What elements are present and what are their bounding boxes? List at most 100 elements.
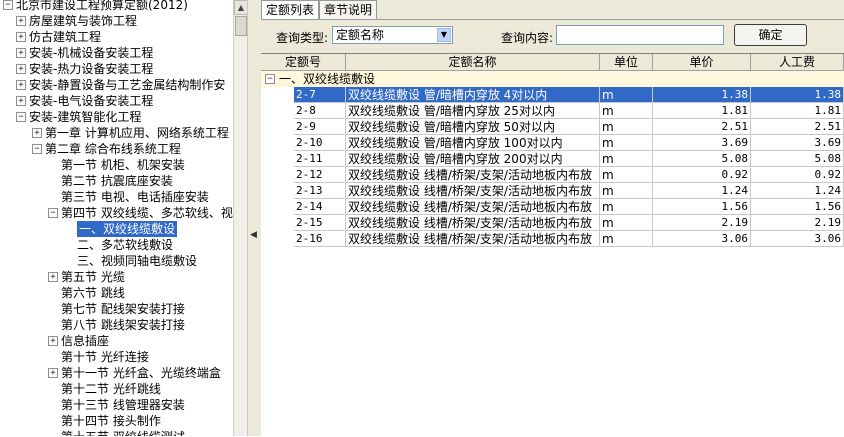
tree-item[interactable]: 第三节 电视、电话插座安装 — [0, 189, 233, 205]
tree-item[interactable]: 二、多芯软线敷设 — [0, 237, 233, 253]
expand-icon[interactable]: + — [16, 16, 26, 26]
tree-item-label: 第十四节 接头制作 — [61, 414, 161, 428]
cell-code: 2-12 — [294, 167, 346, 183]
expand-icon[interactable]: + — [16, 64, 26, 74]
table-row[interactable]: 2-8 双绞线缆敷设 管/暗槽内穿放 25对以内 m 1.81 1.81 — [261, 103, 844, 119]
tree-item[interactable]: + 安装-静置设备与工艺金属结构制作安 — [0, 77, 233, 93]
expand-icon[interactable]: + — [16, 96, 26, 106]
panel-splitter[interactable]: ◀ — [247, 0, 261, 436]
collapse-icon[interactable]: − — [3, 0, 13, 10]
cell-code: 2-16 — [294, 231, 346, 247]
quota-table: 定额号 定额名称 单位 单价 人工费 − 一、双绞线缆敷设 2-7 双绞线缆敷设 管/… — [261, 53, 844, 437]
query-content-input[interactable] — [556, 25, 724, 45]
tree-item[interactable]: 第十节 光纤连接 — [0, 349, 233, 365]
tree-item[interactable]: + 房屋建筑与装饰工程 — [0, 13, 233, 29]
tree-item[interactable]: 第十三节 线管理器安装 — [0, 397, 233, 413]
tab-chapter-notes[interactable]: 章节说明 — [319, 0, 378, 19]
query-content-label: 查询内容: — [501, 31, 554, 45]
collapse-icon[interactable]: − — [32, 144, 42, 154]
tree-item[interactable]: + 第十一节 光纤盒、光缆终端盒 — [0, 365, 233, 381]
col-price[interactable]: 单价 — [653, 54, 751, 70]
tree-item-label: 第十一节 光纤盒、光缆终端盒 — [61, 366, 221, 380]
table-row[interactable]: 2-12 双绞线缆敷设 线槽/桥架/支架/活动地板内布放 m 0.92 0.92 — [261, 167, 844, 183]
cell-price: 1.56 — [653, 199, 751, 215]
tree-item[interactable]: 第十二节 光纤跳线 — [0, 381, 233, 397]
table-row[interactable]: 2-16 双绞线缆敷设 线槽/桥架/支架/活动地板内布放 m 3.06 3.06 — [261, 231, 844, 247]
col-name[interactable]: 定额名称 — [346, 54, 600, 70]
cell-price: 5.08 — [653, 151, 751, 167]
cell-code: 2-14 — [294, 199, 346, 215]
tree-item[interactable]: 第十四节 接头制作 — [0, 413, 233, 429]
tree-item-label: 第八节 跳线架安装打接 — [61, 318, 185, 332]
scroll-up-icon[interactable]: ▲ — [234, 0, 248, 15]
tree-item[interactable]: + 信息插座 — [0, 333, 233, 349]
tree-item-label: 安装-热力设备安装工程 — [29, 62, 154, 76]
expand-icon[interactable]: + — [16, 48, 26, 58]
tree-item[interactable]: 第八节 跳线架安装打接 — [0, 317, 233, 333]
query-type-value: 定额名称 — [336, 28, 385, 42]
tree-item[interactable]: − 北京市建设工程预算定额(2012) — [0, 0, 233, 13]
tree-item[interactable]: 第六节 跳线 — [0, 285, 233, 301]
table-row[interactable]: 2-14 双绞线缆敷设 线槽/桥架/支架/活动地板内布放 m 1.56 1.56 — [261, 199, 844, 215]
col-code[interactable]: 定额号 — [261, 54, 346, 70]
table-row[interactable]: 2-9 双绞线缆敷设 管/暗槽内穿放 50对以内 m 2.51 2.51 — [261, 119, 844, 135]
tree-item[interactable]: − 第二章 综合布线系统工程 — [0, 141, 233, 157]
tree-item[interactable]: 一、双绞线缆敷设 — [0, 221, 233, 237]
tree-item-label: 安装-建筑智能化工程 — [29, 110, 142, 124]
tree-item[interactable]: + 安装-电气设备安装工程 — [0, 93, 233, 109]
tree-item[interactable]: 第十五节 双绞线缆测试 — [0, 429, 233, 436]
expand-icon[interactable]: + — [16, 32, 26, 42]
tree-item[interactable]: + 第一章 计算机应用、网络系统工程 — [0, 125, 233, 141]
tree-item[interactable]: − 安装-建筑智能化工程 — [0, 109, 233, 125]
query-bar: 查询类型: 定额名称 ▼ 查询内容: 确定 — [261, 19, 844, 52]
table-row[interactable]: 2-7 双绞线缆敷设 管/暗槽内穿放 4对以内 m 1.38 1.38 — [261, 87, 844, 103]
tree-item[interactable]: + 仿古建筑工程 — [0, 29, 233, 45]
table-row[interactable]: 2-13 双绞线缆敷设 线槽/桥架/支架/活动地板内布放 m 1.24 1.24 — [261, 183, 844, 199]
cell-code: 2-10 — [294, 135, 346, 151]
cell-labor: 2.51 — [751, 119, 844, 135]
tree-item[interactable]: − 第四节 双绞线缆、多芯软线、视 — [0, 205, 233, 221]
collapse-icon[interactable]: − — [265, 74, 275, 84]
chevron-down-icon[interactable]: ▼ — [437, 28, 451, 42]
confirm-button[interactable]: 确定 — [734, 24, 807, 46]
expand-icon[interactable]: + — [48, 336, 58, 346]
cell-price: 1.38 — [653, 87, 751, 103]
expand-icon[interactable]: + — [48, 368, 58, 378]
tree-item[interactable]: 三、视频同轴电缆敷设 — [0, 253, 233, 269]
tree-scrollbar[interactable]: ▲ — [233, 0, 248, 436]
expand-icon[interactable]: + — [32, 128, 42, 138]
chevron-left-icon[interactable]: ◀ — [250, 230, 257, 240]
cell-unit: m — [600, 151, 653, 167]
scrollbar-thumb[interactable] — [235, 16, 247, 36]
cell-name: 双绞线缆敷设 线槽/桥架/支架/活动地板内布放 — [346, 199, 600, 215]
expand-icon[interactable]: + — [48, 272, 58, 282]
collapse-icon[interactable]: − — [48, 208, 58, 218]
tree-item[interactable]: + 安装-机械设备安装工程 — [0, 45, 233, 61]
tree-item-label: 第三节 电视、电话插座安装 — [61, 190, 209, 204]
cell-name: 双绞线缆敷设 线槽/桥架/支架/活动地板内布放 — [346, 167, 600, 183]
expand-icon[interactable]: + — [16, 80, 26, 90]
cell-labor: 1.24 — [751, 183, 844, 199]
cell-name: 双绞线缆敷设 管/暗槽内穿放 4对以内 — [346, 87, 600, 103]
cell-price: 1.81 — [653, 103, 751, 119]
col-labor[interactable]: 人工费 — [751, 54, 844, 70]
tree-item[interactable]: 第一节 机柜、机架安装 — [0, 157, 233, 173]
table-row[interactable]: 2-11 双绞线缆敷设 管/暗槽内穿放 200对以内 m 5.08 5.08 — [261, 151, 844, 167]
cell-name: 双绞线缆敷设 管/暗槽内穿放 25对以内 — [346, 103, 600, 119]
table-group-row[interactable]: − 一、双绞线缆敷设 — [261, 71, 844, 87]
cell-labor: 1.38 — [751, 87, 844, 103]
tree-item[interactable]: 第二节 抗震底座安装 — [0, 173, 233, 189]
collapse-icon[interactable]: − — [16, 112, 26, 122]
tab-quota-list[interactable]: 定额列表 — [261, 0, 320, 20]
cell-labor: 3.06 — [751, 231, 844, 247]
tree-item-label: 第一节 机柜、机架安装 — [61, 158, 185, 172]
table-row[interactable]: 2-15 双绞线缆敷设 线槽/桥架/支架/活动地板内布放 m 2.19 2.19 — [261, 215, 844, 231]
tree-item[interactable]: + 安装-热力设备安装工程 — [0, 61, 233, 77]
tree-item[interactable]: + 第五节 光缆 — [0, 269, 233, 285]
cell-name: 双绞线缆敷设 线槽/桥架/支架/活动地板内布放 — [346, 215, 600, 231]
query-type-select[interactable]: 定额名称 ▼ — [332, 26, 453, 44]
table-row[interactable]: 2-10 双绞线缆敷设 管/暗槽内穿放 100对以内 m 3.69 3.69 — [261, 135, 844, 151]
cell-labor: 0.92 — [751, 167, 844, 183]
col-unit[interactable]: 单位 — [600, 54, 653, 70]
tree-item[interactable]: 第七节 配线架安装打接 — [0, 301, 233, 317]
